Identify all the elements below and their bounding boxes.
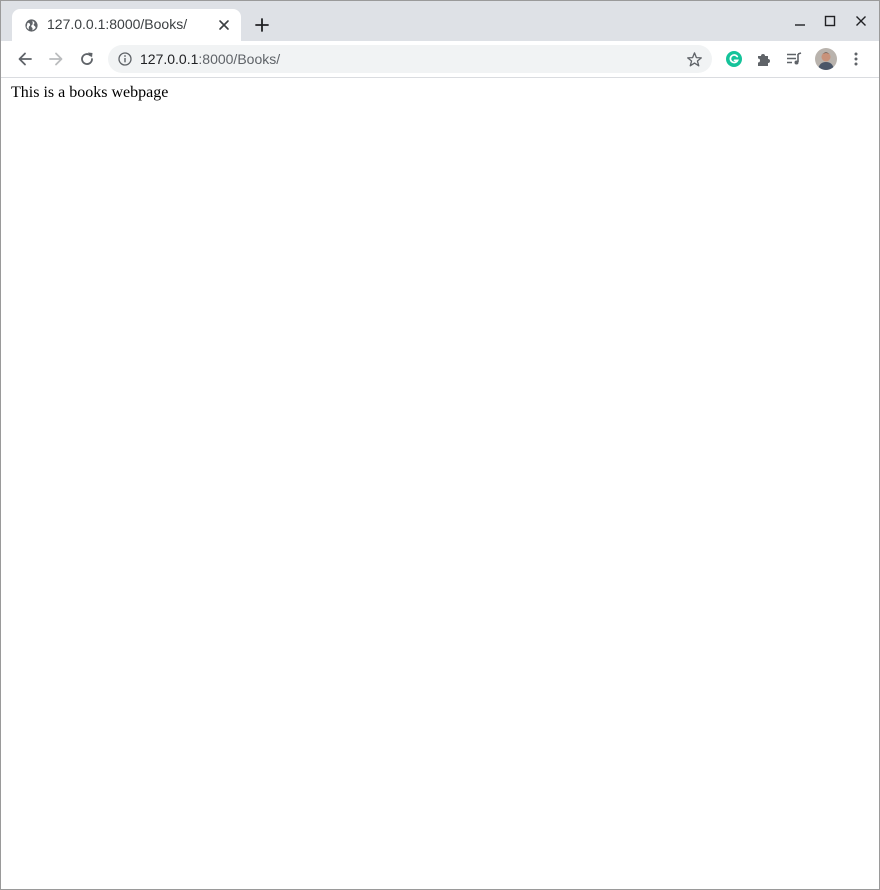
grammarly-icon[interactable] bbox=[725, 50, 743, 68]
address-bar[interactable]: 127.0.0.1:8000/Books/ bbox=[108, 45, 712, 73]
browser-window: 127.0.0.1:8000/Books/ 127.0.0.1:8000/Boo… bbox=[0, 0, 880, 890]
avatar-photo-icon bbox=[815, 48, 837, 70]
puzzle-extensions-icon[interactable] bbox=[755, 50, 773, 68]
forward-arrow-icon[interactable] bbox=[47, 50, 65, 68]
page-body-text: This is a books webpage bbox=[11, 84, 169, 101]
tab-title: 127.0.0.1:8000/Books/ bbox=[47, 16, 188, 32]
new-tab-plus-icon[interactable] bbox=[253, 16, 271, 34]
page-content: This is a books webpage bbox=[1, 78, 879, 889]
tab-books[interactable]: 127.0.0.1:8000/Books/ bbox=[12, 9, 241, 41]
tab-strip: 127.0.0.1:8000/Books/ bbox=[1, 1, 879, 41]
globe-icon bbox=[25, 19, 38, 32]
bookmark-star-icon[interactable] bbox=[686, 51, 703, 68]
url-path: :8000/Books/ bbox=[198, 51, 281, 67]
close-window-icon[interactable] bbox=[853, 13, 869, 29]
maximize-icon[interactable] bbox=[822, 13, 838, 29]
reload-icon[interactable] bbox=[78, 50, 96, 68]
minimize-icon[interactable] bbox=[792, 13, 808, 29]
browser-toolbar: 127.0.0.1:8000/Books/ bbox=[1, 41, 879, 78]
url-host: 127.0.0.1 bbox=[140, 51, 199, 67]
back-arrow-icon[interactable] bbox=[16, 50, 34, 68]
url-text[interactable]: 127.0.0.1:8000/Books/ bbox=[140, 51, 280, 67]
info-icon[interactable] bbox=[118, 52, 132, 66]
close-tab-icon[interactable] bbox=[217, 18, 231, 32]
media-controls-icon[interactable] bbox=[785, 50, 803, 68]
profile-avatar[interactable] bbox=[815, 48, 837, 70]
kebab-menu-icon[interactable] bbox=[847, 50, 865, 68]
